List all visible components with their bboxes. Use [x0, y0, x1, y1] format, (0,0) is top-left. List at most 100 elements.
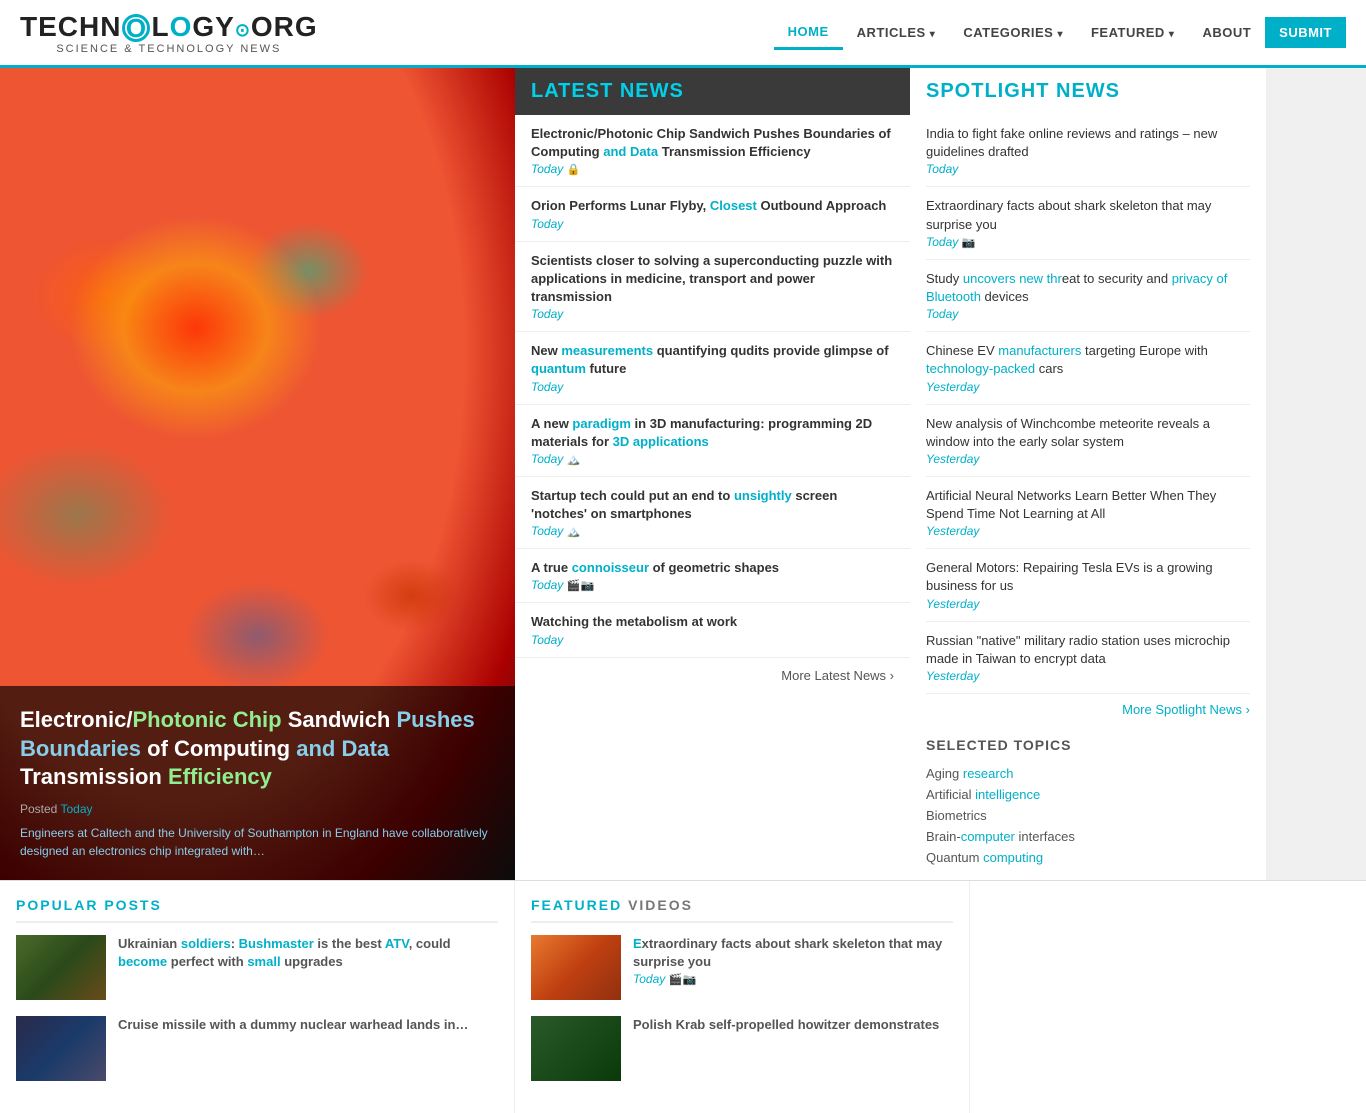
- bottom-section: POPULAR POSTS Ukrainian soldiers: Bushma…: [0, 880, 1366, 1113]
- right-bottom-section: [970, 881, 1366, 1113]
- news-icon: 🏔️: [567, 526, 581, 538]
- more-spotlight-area: More Spotlight News ›: [926, 694, 1250, 725]
- popular-link[interactable]: Ukrainian soldiers: Bushmaster is the be…: [118, 936, 451, 969]
- news-item: A true connoisseur of geometric shapes T…: [515, 549, 910, 603]
- featured-link[interactable]: Extraordinary facts about shark skeleton…: [633, 936, 942, 969]
- hero-title-green1: Photonic Chip: [132, 707, 281, 732]
- news-item: Scientists closer to solving a supercond…: [515, 242, 910, 333]
- nav-submit[interactable]: SUBMIT: [1265, 17, 1346, 48]
- popular-link[interactable]: Cruise missile with a dummy nuclear warh…: [118, 1017, 468, 1032]
- featured-text: Polish Krab self-propelled howitzer demo…: [633, 1016, 939, 1034]
- news-item: Watching the metabolism at work Today: [515, 603, 910, 657]
- articles-arrow: ▾: [930, 29, 936, 40]
- news-highlight: measurements: [561, 343, 653, 358]
- nav-home[interactable]: HOME: [774, 16, 843, 50]
- topic-quantum[interactable]: Quantum computing: [926, 847, 1250, 868]
- topic-bci[interactable]: Brain-computer interfaces: [926, 826, 1250, 847]
- spotlight-link[interactable]: Artificial Neural Networks Learn Better …: [926, 488, 1216, 521]
- featured-header-videos: VIDEOS: [622, 897, 693, 913]
- categories-arrow: ▾: [1057, 29, 1063, 40]
- news-highlight: connoisseur: [572, 560, 649, 575]
- spotlight-item: Chinese EV manufacturers targeting Europ…: [926, 332, 1250, 404]
- news-item: Startup tech could put an end to unsight…: [515, 477, 910, 549]
- more-latest-link: More Latest News ›: [515, 658, 910, 693]
- hero-title-cyan2: and Data: [296, 736, 389, 761]
- spotlight-link[interactable]: Chinese EV manufacturers targeting Europ…: [926, 343, 1208, 376]
- hero-desc-start: Engineers at Caltech and the: [20, 826, 178, 840]
- news-item: A new paradigm in 3D manufacturing: prog…: [515, 405, 910, 477]
- hero-title-green2: Efficiency: [168, 764, 272, 789]
- news-link[interactable]: Orion Performs Lunar Flyby, Closest Outb…: [531, 198, 886, 213]
- popular-posts-section: POPULAR POSTS Ukrainian soldiers: Bushma…: [0, 881, 515, 1113]
- main-content: Electronic/Photonic Chip Sandwich Pushes…: [0, 68, 1366, 880]
- hero-desc-highlight2: electronics: [89, 844, 146, 858]
- featured-item: Extraordinary facts about shark skeleton…: [531, 935, 953, 1000]
- featured-highlight: E: [633, 936, 642, 951]
- topic-ai[interactable]: Artificial intelligence: [926, 784, 1250, 805]
- nav-featured[interactable]: FEATURED ▾: [1077, 17, 1188, 48]
- spotlight-item: General Motors: Repairing Tesla EVs is a…: [926, 549, 1250, 621]
- hero-title: Electronic/Photonic Chip Sandwich Pushes…: [20, 706, 495, 792]
- spotlight-highlight: manufacturers: [998, 343, 1081, 358]
- news-time: Today: [531, 633, 563, 647]
- featured-time: Today: [633, 972, 665, 986]
- featured-arrow: ▾: [1169, 29, 1175, 40]
- news-time: Today: [531, 162, 563, 176]
- spotlight-time: Yesterday: [926, 452, 979, 466]
- topic-aging[interactable]: Aging research: [926, 763, 1250, 784]
- featured-thumbnail: [531, 1016, 621, 1081]
- news-time: Today: [531, 452, 563, 466]
- spotlight-link[interactable]: Study uncovers new threat to security an…: [926, 271, 1227, 304]
- hero-desc-highlight: University of Southampton: [178, 826, 319, 840]
- hero-overlay: Electronic/Photonic Chip Sandwich Pushes…: [0, 686, 515, 880]
- logo-o: O: [122, 14, 150, 42]
- topic-highlight: computer: [961, 829, 1015, 844]
- nav-about[interactable]: ABOUT: [1188, 17, 1265, 48]
- news-link[interactable]: New measurements quantifying qudits prov…: [531, 343, 889, 376]
- spotlight-link[interactable]: Russian "native" military radio station …: [926, 633, 1230, 666]
- popular-thumbnail: [16, 935, 106, 1000]
- more-latest-button[interactable]: More Latest News ›: [781, 668, 894, 683]
- spotlight-link[interactable]: Extraordinary facts about shark skeleton…: [926, 198, 1211, 231]
- header: TECHNOLOGY⊙ORG SCIENCE & TECHNOLOGY NEWS…: [0, 0, 1366, 68]
- spotlight-time: Yesterday: [926, 597, 979, 611]
- news-highlight2: quantum: [531, 361, 586, 376]
- news-highlight: paradigm: [572, 416, 631, 431]
- news-highlight2: 3D applications: [613, 434, 709, 449]
- featured-item: Polish Krab self-propelled howitzer demo…: [531, 1016, 953, 1081]
- spotlight-header: SPOTLIGHT NEWS: [926, 68, 1250, 115]
- news-item: Orion Performs Lunar Flyby, Closest Outb…: [515, 187, 910, 241]
- news-link[interactable]: A true connoisseur of geometric shapes: [531, 560, 779, 575]
- more-spotlight-button[interactable]: More Spotlight News ›: [1122, 702, 1250, 717]
- hero-meta: Posted Today: [20, 802, 495, 816]
- news-item: Electronic/Photonic Chip Sandwich Pushes…: [515, 115, 910, 187]
- spotlight-item: New analysis of Winchcombe meteorite rev…: [926, 405, 1250, 477]
- spotlight-time: Yesterday: [926, 380, 979, 394]
- news-time: Today: [531, 217, 563, 231]
- nav-categories[interactable]: CATEGORIES ▾: [949, 17, 1077, 48]
- news-link[interactable]: Scientists closer to solving a supercond…: [531, 253, 892, 304]
- popular-text: Cruise missile with a dummy nuclear warh…: [118, 1016, 468, 1034]
- news-highlight: Closest: [710, 198, 757, 213]
- featured-link[interactable]: Polish Krab self-propelled howitzer demo…: [633, 1017, 939, 1032]
- news-link[interactable]: Startup tech could put an end to unsight…: [531, 488, 837, 521]
- spotlight-link[interactable]: New analysis of Winchcombe meteorite rev…: [926, 416, 1210, 449]
- spotlight-link[interactable]: India to fight fake online reviews and r…: [926, 126, 1217, 159]
- featured-videos-section: FEATURED VIDEOS Extraordinary facts abou…: [515, 881, 970, 1113]
- spotlight-highlight: uncovers new thr: [963, 271, 1062, 286]
- main-nav: HOME ARTICLES ▾ CATEGORIES ▾ FEATURED ▾ …: [774, 16, 1346, 50]
- popular-text: Ukrainian soldiers: Bushmaster is the be…: [118, 935, 498, 971]
- spotlight-link[interactable]: General Motors: Repairing Tesla EVs is a…: [926, 560, 1213, 593]
- topic-biometrics[interactable]: Biometrics: [926, 805, 1250, 826]
- spotlight-item: Russian "native" military radio station …: [926, 622, 1250, 694]
- nav-articles[interactable]: ARTICLES ▾: [843, 17, 950, 48]
- news-time: Today: [531, 380, 563, 394]
- news-link[interactable]: Watching the metabolism at work: [531, 614, 737, 629]
- news-link[interactable]: A new paradigm in 3D manufacturing: prog…: [531, 416, 872, 449]
- spotlight-item: India to fight fake online reviews and r…: [926, 115, 1250, 187]
- news-icon: 🔒: [567, 164, 581, 176]
- news-link[interactable]: Electronic/Photonic Chip Sandwich Pushes…: [531, 126, 891, 159]
- news-icon: 🎬📷: [567, 580, 594, 592]
- featured-header-plain: FEATURED: [531, 897, 622, 913]
- hero-section: Electronic/Photonic Chip Sandwich Pushes…: [0, 68, 515, 880]
